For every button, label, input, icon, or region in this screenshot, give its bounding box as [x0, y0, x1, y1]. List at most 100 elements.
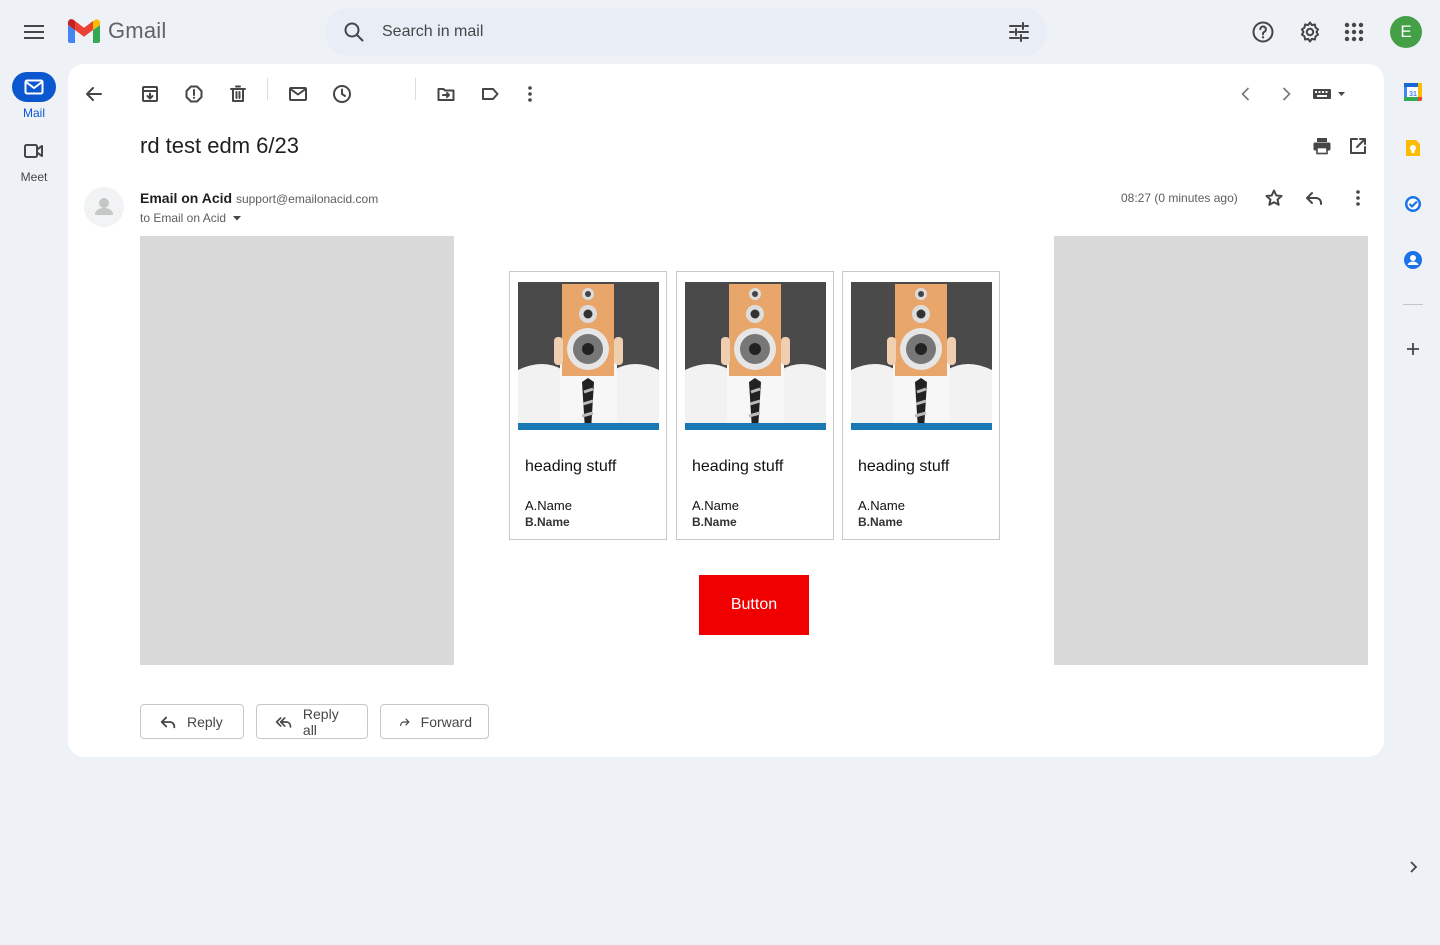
recipients-line[interactable]: to Email on Acid: [140, 211, 244, 225]
labels-button[interactable]: [472, 76, 508, 112]
help-button[interactable]: [1243, 12, 1283, 52]
chevron-right-icon: [1410, 861, 1418, 873]
message-view: rd test edm 6/23 Email on Acid support@e…: [68, 64, 1384, 757]
sender-line: Email on Acid support@emailonacid.com: [140, 190, 378, 206]
more-actions-button[interactable]: [512, 76, 548, 112]
product-card: heading stuff A.Name B.Name: [676, 271, 834, 540]
contacts-app-button[interactable]: [1396, 243, 1430, 277]
newer-button[interactable]: [1228, 76, 1264, 112]
input-tools-button[interactable]: [1308, 76, 1352, 112]
print-icon: [1313, 138, 1331, 155]
reply-all-label: Reply all: [302, 705, 339, 738]
product-name-a: A.Name: [525, 498, 572, 513]
snooze-button[interactable]: [324, 76, 360, 112]
reply-button[interactable]: Reply: [140, 704, 244, 739]
report-spam-button[interactable]: [176, 76, 212, 112]
contacts-icon: [1404, 251, 1422, 269]
calendar-app-button[interactable]: 31: [1396, 75, 1430, 109]
print-button[interactable]: [1304, 128, 1340, 164]
delete-button[interactable]: [220, 76, 256, 112]
dropdown-arrow-icon[interactable]: [230, 211, 244, 225]
nav-label-meet: Meet: [20, 170, 48, 184]
product-heading: heading stuff: [692, 458, 784, 475]
rail-divider: [1403, 304, 1423, 305]
product-card: heading stuff A.Name B.Name: [842, 271, 1000, 540]
mail-icon: [24, 79, 44, 95]
message-subject: rd test edm 6/23: [140, 133, 299, 158]
nav-label-mail: Mail: [22, 106, 45, 120]
search-input[interactable]: [382, 18, 982, 46]
product-name-a: A.Name: [692, 498, 739, 513]
main-menu-button[interactable]: [14, 12, 54, 52]
chevron-right-icon: [1282, 87, 1291, 101]
search-icon[interactable]: [342, 20, 366, 44]
move-to-button[interactable]: [428, 76, 464, 112]
message-more-button[interactable]: [1340, 180, 1376, 216]
gmail-logo[interactable]: Gmail: [68, 18, 166, 44]
cta-button[interactable]: Button: [699, 575, 809, 635]
left-placeholder-column: [140, 236, 454, 665]
trash-icon: [230, 85, 246, 102]
reply-all-button[interactable]: Reply all: [256, 704, 368, 739]
report-icon: [185, 85, 203, 103]
mark-unread-button[interactable]: [280, 76, 316, 112]
tasks-app-button[interactable]: [1396, 187, 1430, 221]
toolbar-divider: [267, 78, 268, 100]
app-name: Gmail: [108, 18, 167, 43]
speaker-photo: [851, 282, 992, 430]
star-button[interactable]: [1256, 180, 1292, 216]
reply-icon: [1306, 192, 1322, 205]
meet-nav-pill: [12, 136, 56, 166]
speaker-image[interactable]: [518, 282, 659, 430]
open-new-window-button[interactable]: [1340, 128, 1376, 164]
email-body: heading stuff A.Name B.Name heading stuf…: [140, 236, 1368, 665]
sender-email: support@emailonacid.com: [235, 192, 379, 206]
product-name-b: B.Name: [692, 515, 737, 529]
sender-name[interactable]: Email on Acid: [140, 190, 232, 206]
speaker-photo: [685, 282, 826, 430]
open-in-new-icon: [1350, 138, 1366, 154]
forward-icon: [400, 718, 410, 726]
label-icon: [482, 88, 499, 100]
forward-button[interactable]: Forward: [380, 704, 489, 739]
forward-label: Forward: [420, 713, 472, 730]
search-options-icon[interactable]: [1007, 20, 1031, 44]
gmail-m-icon: [68, 19, 100, 43]
plus-icon: [1407, 343, 1419, 355]
video-icon: [24, 144, 43, 158]
reply-icon-button[interactable]: [1296, 180, 1332, 216]
tasks-icon: [1405, 196, 1421, 212]
search-bar[interactable]: [325, 8, 1047, 56]
more-vert-icon: [528, 86, 532, 102]
back-button[interactable]: [76, 76, 112, 112]
speaker-image[interactable]: [851, 282, 992, 430]
mail-outline-icon: [289, 87, 307, 101]
reply-label: Reply: [187, 713, 223, 730]
reply-all-icon: [275, 716, 292, 728]
hamburger-icon: [24, 25, 44, 39]
product-name-a: A.Name: [858, 498, 905, 513]
sender-avatar[interactable]: [84, 187, 124, 227]
show-side-panel-button[interactable]: [1396, 850, 1430, 884]
recipients-text: to Email on Acid: [140, 211, 227, 225]
nav-item-meet[interactable]: Meet: [0, 136, 68, 184]
help-icon: [1252, 21, 1274, 43]
product-heading: heading stuff: [525, 458, 617, 475]
chevron-left-icon: [1241, 87, 1250, 101]
account-avatar[interactable]: E: [1390, 16, 1422, 48]
folder-move-icon: [437, 88, 455, 101]
calendar-icon: 31: [1404, 83, 1422, 101]
product-heading: heading stuff: [858, 458, 950, 475]
apps-grid-icon: [1344, 22, 1364, 42]
settings-button[interactable]: [1290, 12, 1330, 52]
older-button[interactable]: [1268, 76, 1304, 112]
speaker-image[interactable]: [685, 282, 826, 430]
nav-item-mail[interactable]: Mail: [0, 72, 68, 120]
apps-button[interactable]: [1334, 12, 1374, 52]
arrow-back-icon: [86, 87, 102, 101]
get-addons-button[interactable]: [1396, 332, 1430, 366]
gear-icon: [1300, 21, 1320, 43]
archive-button[interactable]: [132, 76, 168, 112]
keep-app-button[interactable]: [1396, 131, 1430, 165]
clock-icon: [333, 85, 351, 103]
